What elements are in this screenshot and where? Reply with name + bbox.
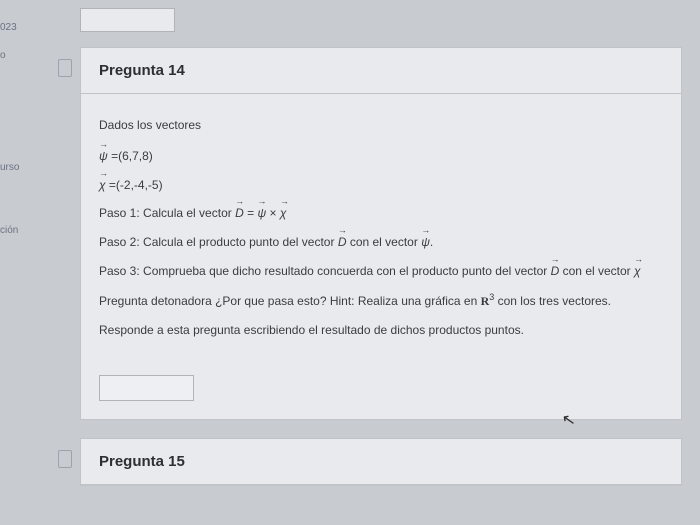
main-content: Pregunta 14 Dados los vectores ψ ψ =(6,7… <box>50 0 700 525</box>
step-2: Paso 2: Calcula el producto punto del ve… <box>99 231 663 254</box>
sidebar-fragment: 023 <box>0 22 17 33</box>
sidebar-fragment: o <box>0 50 6 61</box>
question-15-block: Pregunta 15 <box>50 438 682 486</box>
question-body: Dados los vectores ψ ψ =(6,7,8)=(6,7,8) … <box>81 94 681 419</box>
vector-psi-def: ψ ψ =(6,7,8)=(6,7,8) <box>99 145 663 168</box>
question-14-block: Pregunta 14 Dados los vectores ψ ψ =(6,7… <box>50 47 682 420</box>
flag-column <box>50 47 80 420</box>
flag-icon[interactable] <box>58 59 72 77</box>
hint-line: Pregunta detonadora ¿Por que pasa esto? … <box>99 289 663 313</box>
sidebar-fragment: urso <box>0 162 19 173</box>
question-title: Pregunta 15 <box>81 439 681 485</box>
answer-input[interactable] <box>99 375 194 401</box>
question-card: Pregunta 14 Dados los vectores ψ ψ =(6,7… <box>80 47 682 420</box>
respond-line: Responde a esta pregunta escribiendo el … <box>99 319 663 342</box>
intro-text: Dados los vectores <box>99 114 663 137</box>
vector-chi-def: χ =(-2,-4,-5) <box>99 174 663 197</box>
question-card: Pregunta 15 <box>80 438 682 486</box>
flag-icon[interactable] <box>58 450 72 468</box>
flag-column <box>50 438 80 486</box>
sidebar-fragment: ción <box>0 225 18 236</box>
cursor-icon: ↖ <box>560 409 577 431</box>
step-3: Paso 3: Comprueba que dicho resultado co… <box>99 260 663 283</box>
question-title: Pregunta 14 <box>81 48 681 94</box>
step-1: Paso 1: Calcula el vector D = ψ × χ <box>99 202 663 225</box>
previous-answer-input[interactable] <box>80 8 175 32</box>
previous-answer-row <box>80 8 682 32</box>
left-sidebar: 023 o urso ción <box>0 0 50 525</box>
chi-symbol: χ <box>99 174 106 197</box>
